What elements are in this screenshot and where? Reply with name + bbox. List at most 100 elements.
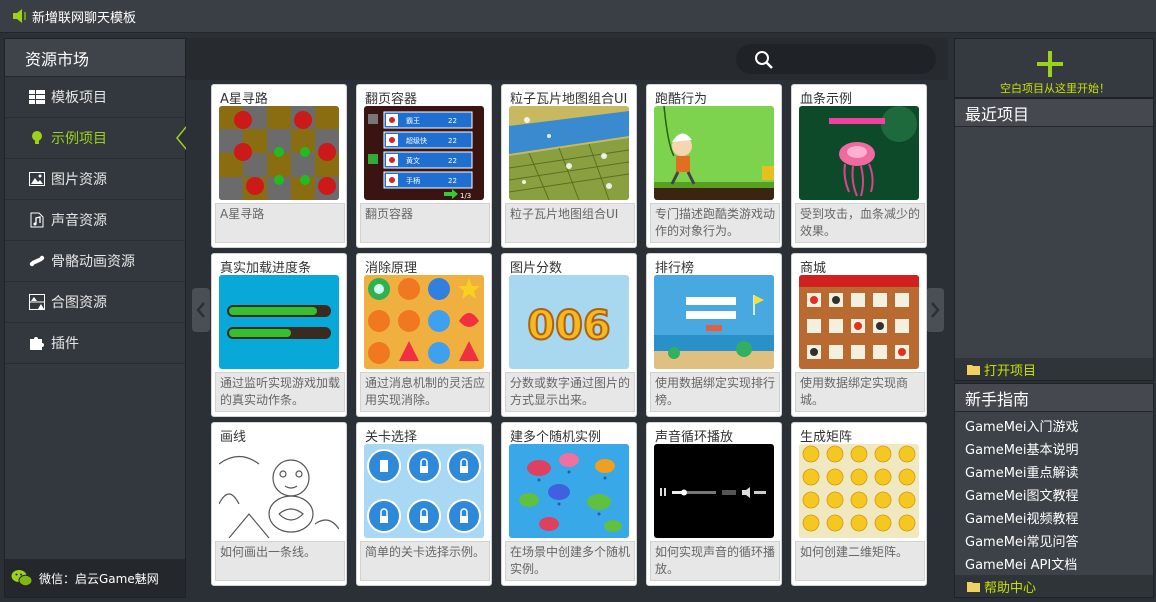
card-description: 在场景中创建多个随机实例。	[505, 541, 635, 581]
example-card-particle-tilemap[interactable]: 粒子瓦片地图组合UI 粒子瓦片地图组合UI	[501, 84, 637, 248]
sidebar-item-images[interactable]: 图片资源	[5, 159, 185, 200]
example-card-image-score[interactable]: 图片分数 006 分数或数字通过图片的方式显示出来。	[501, 253, 637, 417]
card-title: 粒子瓦片地图组合UI	[510, 92, 628, 107]
example-card-health-bar[interactable]: 血条示例 受到攻击，血条减少的效果。	[791, 84, 927, 248]
card-title: 关卡选择	[365, 430, 418, 445]
sidebar-item-sounds[interactable]: 声音资源	[5, 200, 185, 241]
window-title: 新增联网聊天模板	[32, 10, 137, 26]
card-description: 粒子瓦片地图组合UI	[505, 203, 635, 243]
help-center-label: 帮助中心	[984, 580, 1037, 596]
card-thumbnail	[364, 444, 484, 538]
example-card-level-select[interactable]: 关卡选择 简单的关卡选择示例。	[356, 422, 492, 586]
card-title: 生成矩阵	[800, 430, 853, 445]
example-card-sound-loop[interactable]: 声音循环播放 如何实现声音的循环播放。	[646, 422, 782, 586]
sidebar-item-templates[interactable]: 模板项目	[5, 77, 185, 118]
puzzle-icon	[29, 335, 45, 351]
guide-link[interactable]: GameMei API文档	[955, 552, 1153, 575]
search-input[interactable]	[736, 44, 936, 74]
example-card-parkour[interactable]: 跑酷行为 专门描述跑酷类游戏动作的对象行为。	[646, 84, 782, 248]
card-title: 图片分数	[510, 261, 563, 276]
example-card-astar[interactable]: A星寻路 A星寻路	[211, 84, 347, 248]
example-card-loading-bar[interactable]: 真实加载进度条 通过监听实现游戏加载的真实动作条。	[211, 253, 347, 417]
chevron-right-icon	[931, 302, 940, 318]
card-description: 通过监听实现游戏加载的真实动作条。	[215, 372, 345, 412]
card-thumbnail	[654, 444, 774, 538]
card-description: 如何创建二维矩阵。	[795, 541, 925, 581]
sidebar-item-label: 模板项目	[51, 90, 107, 106]
example-card-pageview[interactable]: 翻页容器 霸王 超级快 黄文 手柄 22 22 22 22 1/3 翻页容器	[356, 84, 492, 248]
example-card-leaderboard[interactable]: 排行榜 使用数据绑定实现排行榜。	[646, 253, 782, 417]
svg-text:22: 22	[448, 137, 457, 145]
example-card-match-elimination[interactable]: 消除原理 通过消息机制的灵活应用实现消除。	[356, 253, 492, 417]
card-description: 简单的关卡选择示例。	[360, 541, 490, 581]
card-title: 商城	[800, 261, 827, 276]
card-title: 建多个随机实例	[510, 430, 602, 445]
sidebar-item-examples[interactable]: 示例项目	[5, 118, 187, 159]
svg-text:006: 006	[527, 303, 611, 349]
example-card-random-instances[interactable]: 建多个随机实例 在场景中创建多个随机实例。	[501, 422, 637, 586]
example-card-shop[interactable]: 商城 使用数据绑定实现商城。	[791, 253, 927, 417]
card-description: 使用数据绑定实现排行榜。	[650, 372, 780, 412]
sidebar-item-label: 骨骼动画资源	[51, 254, 135, 270]
card-description: 如何画出一条线。	[215, 541, 345, 581]
sidebar-item-label: 合图资源	[51, 295, 107, 311]
new-blank-project-button[interactable]: 空白项目从这里开始！	[954, 38, 1154, 98]
recent-projects-title: 最近项目	[955, 99, 1153, 127]
wechat-icon	[11, 570, 33, 587]
card-description: A星寻路	[215, 203, 345, 243]
guide-link[interactable]: GameMei常见问答	[955, 529, 1153, 552]
svg-text:超级快: 超级快	[406, 136, 427, 145]
grid-icon	[29, 89, 45, 105]
sidebar-item-label: 图片资源	[51, 172, 107, 188]
sidebar-header: 资源市场	[5, 39, 185, 77]
search-icon[interactable]	[754, 50, 774, 70]
music-file-icon	[29, 212, 45, 228]
card-title: 消除原理	[365, 261, 418, 276]
guide-link[interactable]: GameMei图文教程	[955, 483, 1153, 506]
card-thumbnail	[799, 106, 919, 200]
guide-link[interactable]: GameMei基本说明	[955, 437, 1153, 460]
guide-link[interactable]: GameMei入门游戏	[955, 414, 1153, 437]
resource-market-sidebar: 资源市场 模板项目 示例项目 图片资源 声音资源 骨骼动画资源 合图资源 插件 …	[4, 38, 187, 598]
card-thumbnail: 006	[509, 275, 629, 369]
svg-text:22: 22	[448, 117, 457, 125]
beginner-guide-panel: 新手指南 GameMei入门游戏 GameMei基本说明 GameMei重点解读…	[954, 383, 1154, 598]
sidebar-item-label: 示例项目	[51, 131, 107, 147]
help-center-button[interactable]: 帮助中心	[955, 575, 1153, 597]
card-thumbnail	[509, 106, 629, 200]
card-thumbnail	[219, 444, 339, 538]
plus-icon	[1037, 51, 1063, 77]
app-logo-icon	[13, 9, 26, 23]
prev-page-button[interactable]	[192, 288, 210, 332]
card-title: 声音循环播放	[655, 430, 734, 445]
card-thumbnail	[654, 275, 774, 369]
card-thumbnail	[364, 275, 484, 369]
card-description: 如何实现声音的循环播放。	[650, 541, 780, 581]
card-thumbnail	[799, 444, 919, 538]
example-card-matrix[interactable]: 生成矩阵 如何创建二维矩阵。	[791, 422, 927, 586]
sidebar-item-skeleton[interactable]: 骨骼动画资源	[5, 241, 185, 282]
card-thumbnail	[509, 444, 629, 538]
svg-text:22: 22	[448, 157, 457, 165]
card-description: 分数或数字通过图片的方式显示出来。	[505, 372, 635, 412]
guide-link[interactable]: GameMei重点解读	[955, 460, 1153, 483]
card-title: 排行榜	[655, 261, 695, 276]
card-thumbnail	[799, 275, 919, 369]
example-card-draw-line[interactable]: 画线 如何画出一条线。	[211, 422, 347, 586]
examples-gallery: A星寻路 A星寻路 翻页容器 霸王 超级快 黄文 手柄 22 22 22 22 …	[186, 38, 948, 598]
next-page-button[interactable]	[926, 288, 944, 332]
svg-text:手柄: 手柄	[406, 176, 420, 185]
card-title: A星寻路	[220, 92, 268, 107]
card-description: 翻页容器	[360, 203, 490, 243]
lightbulb-icon	[29, 130, 45, 146]
sidebar-item-plugins[interactable]: 插件	[5, 323, 185, 364]
card-description: 使用数据绑定实现商城。	[795, 372, 925, 412]
folder-icon	[967, 581, 980, 592]
guide-link[interactable]: GameMei视频教程	[955, 506, 1153, 529]
card-description: 专门描述跑酷类游戏动作的对象行为。	[650, 203, 780, 243]
open-project-button[interactable]: 打开项目	[955, 358, 1153, 380]
recent-projects-panel: 最近项目 打开项目	[954, 98, 1154, 381]
sidebar-item-atlas[interactable]: 合图资源	[5, 282, 185, 323]
card-title: 真实加载进度条	[220, 261, 312, 276]
title-bar: 新增联网聊天模板	[0, 0, 1156, 33]
